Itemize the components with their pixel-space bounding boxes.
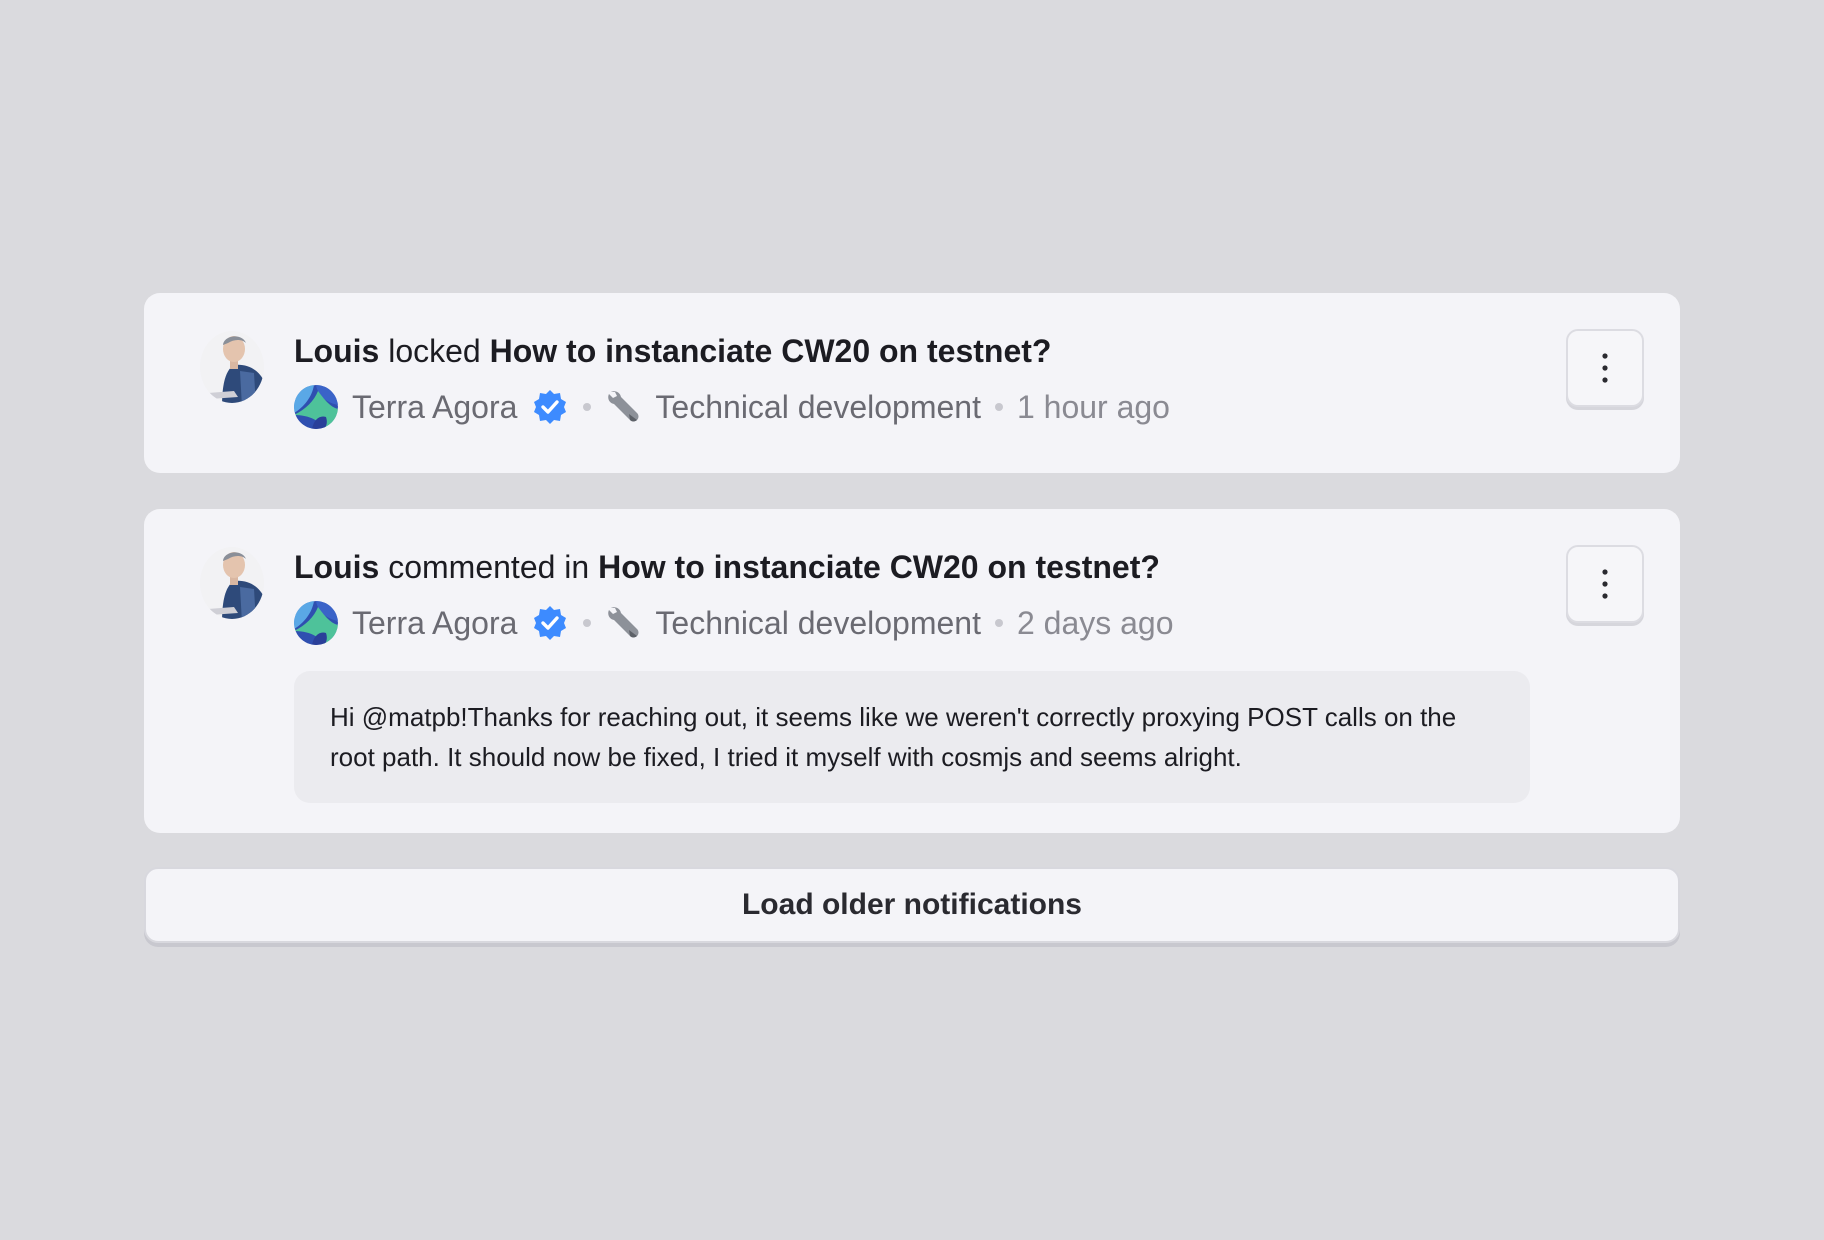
notification-time: 2 days ago (1016, 604, 1174, 641)
notification-headline: Louis locked How to instanciate CW20 on … (294, 329, 1644, 373)
notification-card[interactable]: Louis commented in How to instanciate CW… (144, 509, 1680, 833)
thread-title[interactable]: How to instanciate CW20 on testnet? (598, 549, 1160, 585)
comment-preview[interactable]: Hi @matpb!Thanks for reaching out, it se… (294, 671, 1530, 803)
more-vertical-icon (1602, 353, 1608, 383)
notification-meta: Terra Agora Technical development 1 hour… (294, 385, 1644, 429)
terra-logo-icon[interactable] (294, 385, 338, 429)
actor-name[interactable]: Louis (294, 549, 379, 585)
more-options-button[interactable] (1566, 329, 1644, 407)
actor-name[interactable]: Louis (294, 333, 379, 369)
notification-action: locked (388, 333, 481, 369)
thread-title[interactable]: How to instanciate CW20 on testnet? (490, 333, 1052, 369)
verified-badge-icon (534, 390, 567, 424)
notification-headline: Louis commented in How to instanciate CW… (294, 545, 1644, 589)
separator-dot (583, 619, 592, 627)
load-older-notifications-button[interactable]: Load older notifications (144, 867, 1680, 943)
wrench-icon (608, 607, 639, 638)
community-name[interactable]: Terra Agora (352, 605, 517, 642)
more-vertical-icon (1602, 569, 1608, 599)
separator-dot (583, 403, 592, 411)
notification-card[interactable]: Louis locked How to instanciate CW20 on … (144, 293, 1680, 473)
terra-logo-icon[interactable] (294, 601, 338, 645)
verified-badge-icon (534, 606, 567, 640)
more-options-button[interactable] (1566, 545, 1644, 623)
user-avatar[interactable] (194, 327, 270, 407)
notifications-list: Louis locked How to instanciate CW20 on … (144, 293, 1680, 943)
category-name[interactable]: Technical development (655, 605, 981, 642)
notification-action: commented in (388, 549, 590, 585)
notification-meta: Terra Agora Technical development 2 days… (294, 601, 1644, 645)
wrench-icon (608, 391, 639, 422)
user-avatar[interactable] (194, 543, 270, 623)
separator-dot (994, 619, 1003, 627)
notification-time: 1 hour ago (1016, 388, 1170, 425)
category-name[interactable]: Technical development (655, 389, 981, 426)
separator-dot (994, 403, 1003, 411)
community-name[interactable]: Terra Agora (352, 389, 517, 426)
